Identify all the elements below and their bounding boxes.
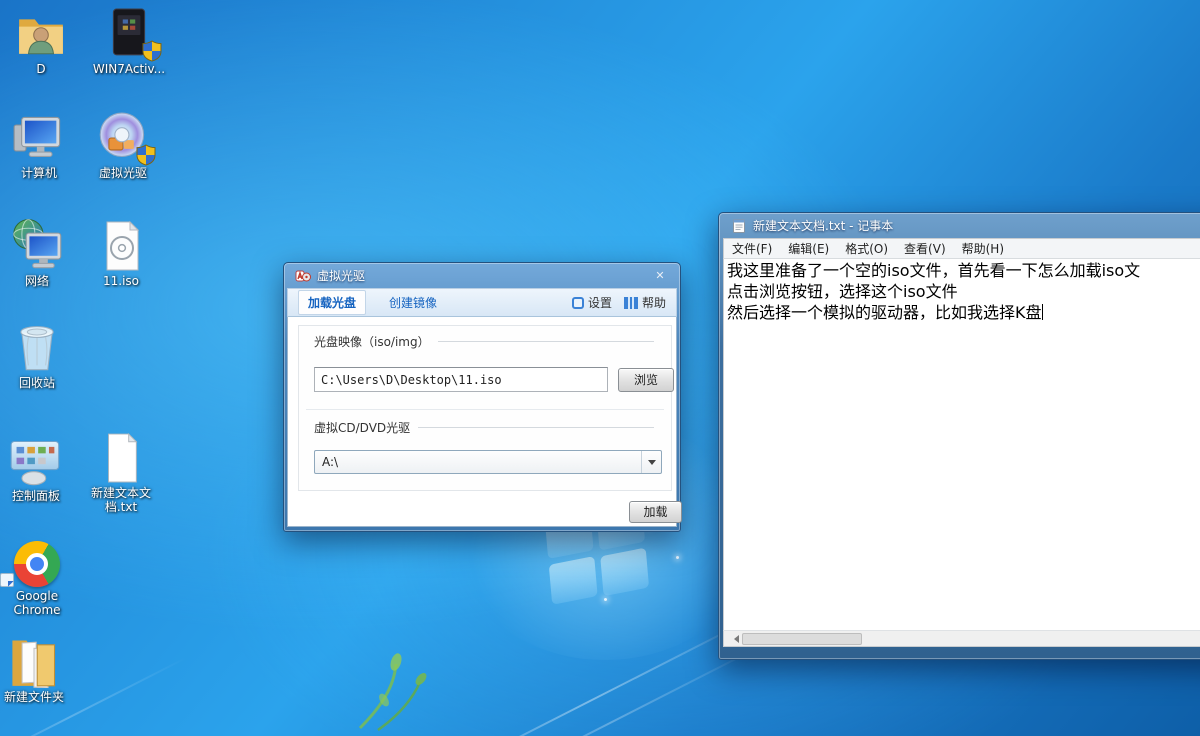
- desktop-icon-win7activ[interactable]: WIN7Activ...: [90, 6, 168, 76]
- menu-help[interactable]: 帮助(H): [962, 240, 1004, 257]
- notepad-textarea[interactable]: 我这里准备了一个空的iso文件，首先看一下怎么加载iso文 点击浏览按钮，选择这…: [723, 259, 1200, 630]
- menu-view[interactable]: 查看(V): [904, 240, 946, 257]
- icon-label: 网络: [0, 274, 76, 288]
- sparkle: [676, 556, 679, 559]
- icon-label: 新建文件夹: [0, 690, 73, 704]
- tab-load-disc[interactable]: 加载光盘: [298, 290, 366, 315]
- help-grid-icon: [624, 297, 638, 309]
- scroll-left-icon[interactable]: [730, 635, 739, 643]
- icon-label: 回收站: [0, 376, 76, 390]
- menu-format[interactable]: 格式(O): [845, 240, 888, 257]
- dialog-toolbar: 加载光盘 创建镜像 设置 帮助: [287, 288, 677, 317]
- notepad-title: 新建文本文档.txt - 记事本: [753, 217, 893, 234]
- icon-label: Google Chrome: [0, 589, 76, 617]
- group-divider: [306, 409, 664, 410]
- notepad-titlebar[interactable]: 新建文本文档.txt - 记事本: [723, 213, 1200, 238]
- image-path-input[interactable]: [314, 367, 608, 392]
- settings-icon: [572, 297, 584, 309]
- recycle-bin-icon: [11, 318, 63, 374]
- icon-label: 新建文本文档.txt: [82, 486, 160, 514]
- uac-shield-icon: [136, 144, 156, 166]
- iso-document-icon: [97, 220, 145, 272]
- text-cursor: [1042, 304, 1043, 320]
- plant-sprig: [350, 648, 446, 732]
- notepad-icon: [731, 218, 747, 234]
- settings-button[interactable]: 设置: [572, 294, 612, 311]
- shortcut-arrow-icon: [0, 573, 14, 587]
- chrome-icon: [14, 541, 60, 587]
- desktop-icon-network[interactable]: 网络: [0, 218, 76, 288]
- help-button[interactable]: 帮助: [624, 294, 666, 311]
- computer-icon: [13, 112, 65, 164]
- text-document-icon: [98, 432, 144, 484]
- drive-select-value: A:\: [322, 455, 338, 469]
- desktop-icon-chrome[interactable]: Google Chrome: [0, 533, 76, 617]
- dialog-titlebar[interactable]: 虚拟光驱 ✕: [287, 263, 677, 288]
- text-line: 点击浏览按钮，选择这个iso文件: [727, 281, 1200, 302]
- horizontal-scrollbar[interactable]: [723, 630, 1200, 647]
- uac-shield-icon: [142, 40, 162, 62]
- close-icon[interactable]: ✕: [651, 268, 669, 284]
- network-icon: [10, 218, 64, 272]
- icon-label: 虚拟光驱: [84, 166, 162, 180]
- desktop-icon-iso-file[interactable]: 11.iso: [82, 218, 160, 288]
- icon-label: D: [2, 62, 80, 76]
- dialog-title: 虚拟光驱: [317, 267, 365, 284]
- browse-button[interactable]: 浏览: [618, 368, 674, 392]
- sparkle: [604, 598, 607, 601]
- desktop-icon-folder-d[interactable]: D: [2, 6, 80, 76]
- help-label: 帮助: [642, 294, 666, 311]
- desktop-icon-computer[interactable]: 计算机: [0, 110, 78, 180]
- load-button[interactable]: 加载: [629, 501, 682, 523]
- desktop-icon-new-folder[interactable]: 新建文件夹: [0, 634, 73, 704]
- group-label-image: 光盘映像（iso/img）: [314, 333, 654, 350]
- settings-label: 设置: [588, 294, 612, 311]
- menu-edit[interactable]: 编辑(E): [788, 240, 829, 257]
- menu-file[interactable]: 文件(F): [732, 240, 772, 257]
- open-folder-icon: [8, 634, 60, 688]
- icon-label: 控制面板: [0, 489, 75, 503]
- notepad-menubar: 文件(F) 编辑(E) 格式(O) 查看(V) 帮助(H): [723, 238, 1200, 259]
- scrollbar-thumb[interactable]: [742, 633, 862, 645]
- desktop-icon-recycle-bin[interactable]: 回收站: [0, 320, 76, 390]
- text-line: 我这里准备了一个空的iso文件，首先看一下怎么加载iso文: [727, 260, 1200, 281]
- desktop-icon-control-panel[interactable]: 控制面板: [0, 433, 75, 503]
- drive-select[interactable]: A:\: [314, 450, 662, 474]
- notepad-window: 新建文本文档.txt - 记事本 文件(F) 编辑(E) 格式(O) 查看(V)…: [718, 212, 1200, 660]
- desktop[interactable]: { "desktop": { "icons": [ {"label": "D"}…: [0, 0, 1200, 736]
- group-label-drive: 虚拟CD/DVD光驱: [314, 419, 654, 436]
- desktop-icon-virtual-drive[interactable]: 虚拟光驱: [84, 110, 162, 180]
- dialog-body: 光盘映像（iso/img） 浏览 虚拟CD/DVD光驱 A:\ 加载: [287, 317, 677, 527]
- text-line: 然后选择一个模拟的驱动器，比如我选择K盘: [727, 302, 1200, 323]
- user-folder-icon: [16, 10, 66, 60]
- dialog-app-icon: [295, 268, 311, 284]
- dialog-window: 虚拟光驱 ✕ 加载光盘 创建镜像 设置 帮助 光盘映像（iso/img） 浏览 …: [283, 262, 681, 532]
- tab-create-image[interactable]: 创建镜像: [380, 291, 446, 314]
- desktop-icon-new-text-doc[interactable]: 新建文本文档.txt: [82, 430, 160, 514]
- chevron-down-icon: [648, 460, 656, 469]
- control-panel-icon: [9, 437, 63, 487]
- icon-label: WIN7Activ...: [90, 62, 168, 76]
- icon-label: 计算机: [0, 166, 78, 180]
- icon-label: 11.iso: [82, 274, 160, 288]
